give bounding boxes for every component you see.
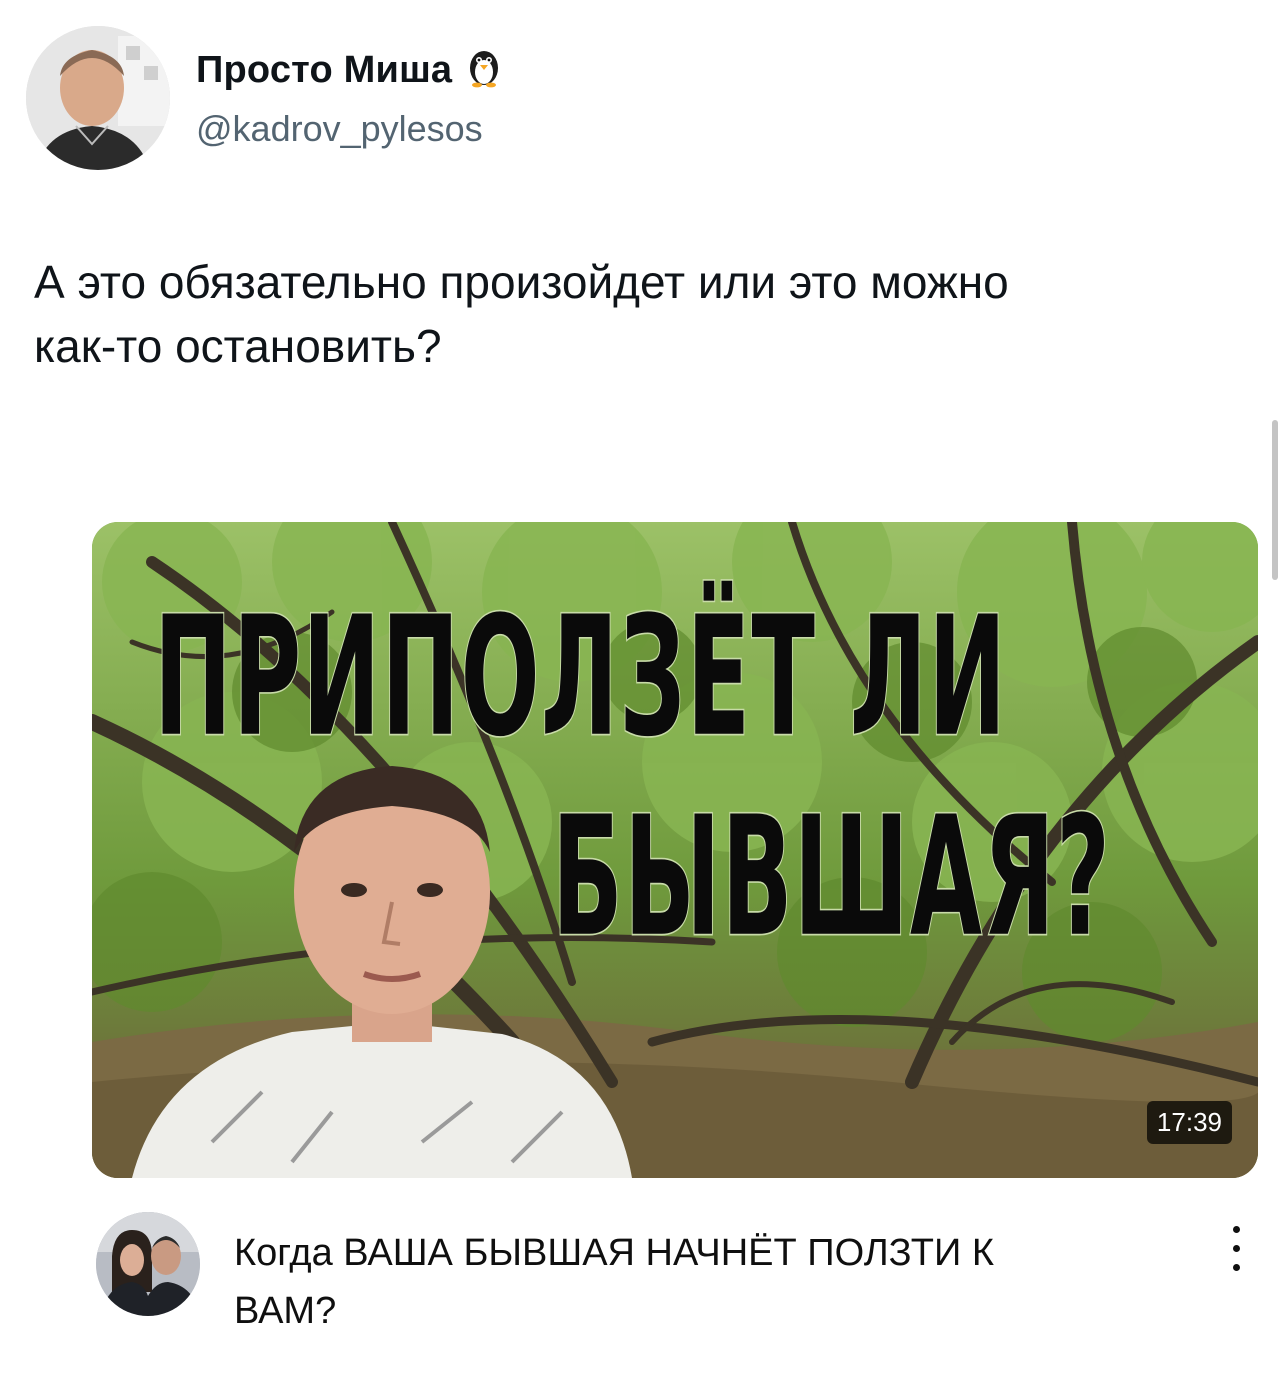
channel-avatar-image xyxy=(96,1212,200,1316)
thumbnail-title-line: ПРИПОЛЗЁТ ЛИ xyxy=(153,580,1008,775)
scrollbar[interactable] xyxy=(1272,420,1278,580)
thumbnail-title-line: БЫВШАЯ? xyxy=(551,780,1112,975)
author-avatar[interactable] xyxy=(26,26,170,170)
author-avatar-image xyxy=(26,26,170,170)
author-name-text: Просто Миша xyxy=(196,49,453,91)
tweet-screenshot: Просто Миша @kadrov_pylesos А это обязат… xyxy=(0,0,1284,1384)
video-duration-badge: 17:39 xyxy=(1146,1101,1232,1144)
tweet-text: А это обязательно произойдет или это мож… xyxy=(34,250,1234,378)
author-handle[interactable]: @kadrov_pylesos xyxy=(196,108,483,150)
video-title[interactable]: Когда ВАША БЫВШАЯ НАЧНЁТ ПОЛЗТИ К ВАМ? xyxy=(234,1224,1194,1340)
author-display-name[interactable]: Просто Миша xyxy=(196,44,506,92)
kebab-dot xyxy=(1232,1264,1240,1271)
kebab-dot xyxy=(1232,1226,1240,1233)
penguin-icon xyxy=(462,44,506,88)
video-thumbnail[interactable]: ПРИПОЛЗЁТ ЛИ БЫВШАЯ? 17:39 xyxy=(92,522,1258,1178)
kebab-dot xyxy=(1232,1245,1240,1252)
channel-avatar[interactable] xyxy=(96,1212,200,1316)
video-title-line: ВАМ? xyxy=(234,1290,337,1332)
video-title-line: Когда ВАША БЫВШАЯ НАЧНЁТ ПОЛЗТИ К xyxy=(234,1232,994,1274)
tweet-text-line: как-то остановить? xyxy=(34,320,442,372)
kebab-menu-icon[interactable] xyxy=(1228,1226,1244,1282)
tweet-text-line: А это обязательно произойдет или это мож… xyxy=(34,256,1009,308)
